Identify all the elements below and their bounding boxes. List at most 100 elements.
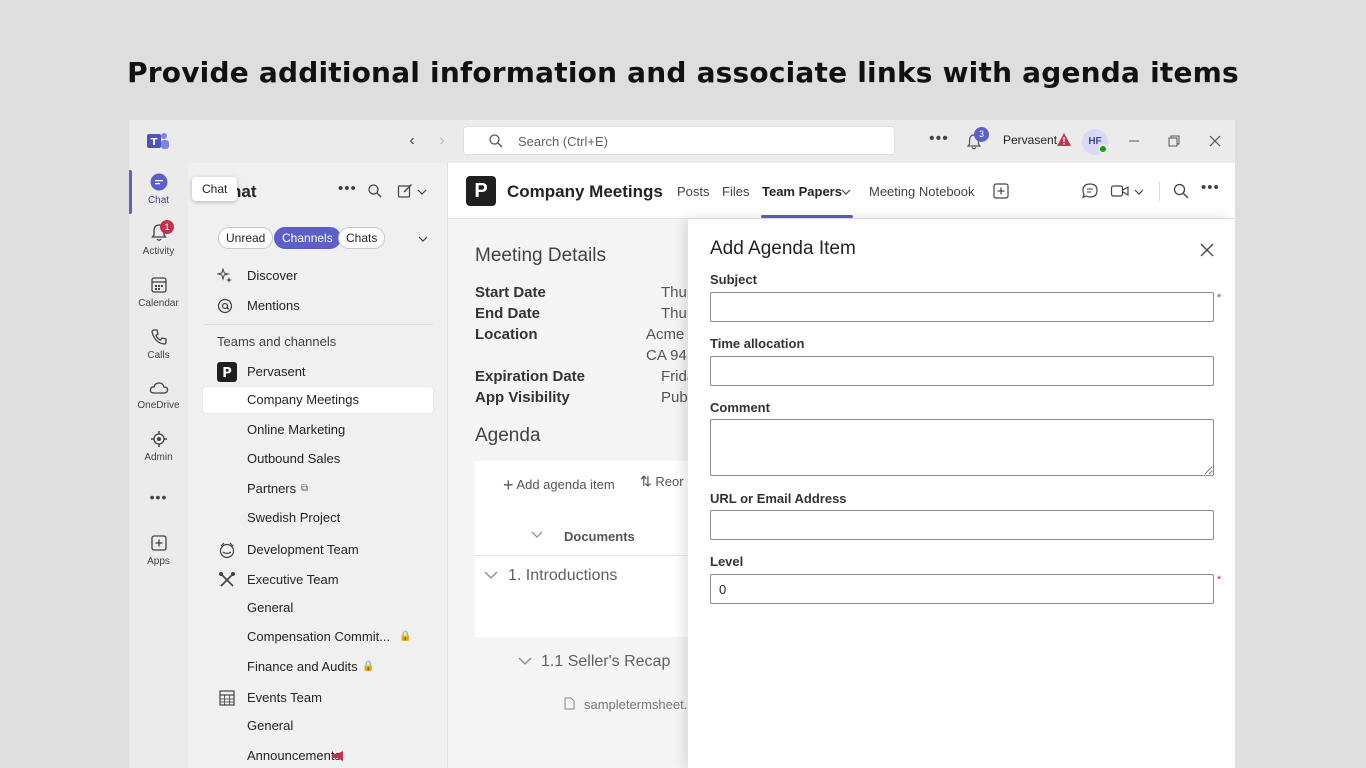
channel-partners[interactable]: Partners ⧉	[203, 476, 433, 502]
tab-posts[interactable]: Posts	[677, 184, 710, 199]
search-placeholder: Search (Ctrl+E)	[518, 134, 608, 149]
chevron-down-icon[interactable]	[417, 188, 427, 196]
more-apps-icon[interactable]: •••	[129, 489, 188, 505]
cloud-icon	[149, 382, 168, 394]
comment-field[interactable]	[710, 419, 1214, 476]
required-indicator: *	[1217, 574, 1222, 586]
meet-dropdown-icon[interactable]	[1134, 188, 1144, 196]
channel-announcements[interactable]: Announcements	[203, 743, 433, 768]
app-apps-label: Apps	[147, 556, 170, 567]
admin-icon	[150, 431, 167, 447]
channel-compensation[interactable]: Compensation Commit... 🔒	[203, 624, 433, 650]
level-field[interactable]	[710, 574, 1214, 604]
team-executive[interactable]: Executive Team	[203, 567, 433, 593]
channel-general-events[interactable]: General	[203, 713, 433, 739]
item11-expand-icon[interactable]	[518, 657, 532, 666]
tab-dropdown-icon[interactable]	[841, 188, 851, 196]
activity-badge: 1	[160, 220, 174, 234]
channel-finance-audits[interactable]: Finance and Audits 🔒	[203, 654, 433, 680]
app-onedrive[interactable]: OneDrive	[129, 379, 188, 411]
megaphone-icon	[332, 751, 343, 761]
filter-expand-icon[interactable]	[418, 235, 428, 243]
close-icon[interactable]	[1199, 242, 1215, 258]
minimize-icon[interactable]	[1124, 131, 1144, 151]
app-chat[interactable]: Chat	[129, 170, 188, 214]
comment-label: Comment	[710, 400, 770, 415]
pane-more-icon[interactable]: •••	[338, 180, 357, 197]
app-activity[interactable]: Activity 1	[129, 220, 188, 257]
time-allocation-field[interactable]	[710, 356, 1214, 386]
app-apps[interactable]: Apps	[129, 533, 188, 567]
teams-logo-icon[interactable]: T	[147, 131, 169, 151]
video-meet-icon[interactable]	[1110, 182, 1130, 200]
filter-chats[interactable]: Chats	[338, 227, 386, 249]
tab-files[interactable]: Files	[722, 184, 749, 199]
channel-header: P Company Meetings Posts Files Team Pape…	[448, 163, 1235, 219]
app-visibility-value: Publ	[661, 389, 692, 406]
search-input[interactable]: Search (Ctrl+E)	[463, 126, 895, 155]
chat-pane: hat ••• Unread Channels Chats Discover M…	[188, 163, 448, 768]
channel-label: Compensation Commit...	[247, 629, 391, 644]
svg-text:T: T	[151, 137, 158, 148]
channel-label: Announcements	[247, 748, 341, 763]
channel-general-executive[interactable]: General	[203, 595, 433, 621]
channel-online-marketing[interactable]: Online Marketing	[203, 417, 433, 443]
location-value: Acme	[646, 326, 685, 343]
close-window-icon[interactable]	[1205, 131, 1225, 151]
plus-icon: +	[503, 475, 514, 495]
app-calls[interactable]: Calls	[129, 327, 188, 361]
app-calendar[interactable]: Calendar	[129, 275, 188, 309]
channel-more-icon[interactable]: •••	[1201, 179, 1220, 196]
conversation-icon[interactable]	[1081, 182, 1099, 200]
add-agenda-item-button[interactable]: + Add agenda item	[503, 473, 615, 495]
more-options-icon[interactable]: •••	[929, 130, 949, 148]
back-arrow-icon[interactable]: ‹	[402, 132, 422, 150]
document-link[interactable]: sampletermsheet.p	[584, 697, 695, 712]
team-development[interactable]: Development Team	[203, 537, 433, 563]
team-label: Events Team	[247, 690, 322, 705]
add-tab-icon[interactable]	[992, 182, 1010, 200]
add-agenda-item-panel: Add Agenda Item Subject * Time allocatio…	[688, 219, 1235, 768]
search-icon	[489, 134, 503, 148]
tab-meeting-notebook[interactable]: Meeting Notebook	[869, 184, 975, 199]
channel-outbound-sales[interactable]: Outbound Sales	[203, 446, 433, 472]
meeting-details-title: Meeting Details	[475, 245, 606, 266]
section-teams-and-channels[interactable]: Teams and channels	[217, 334, 336, 349]
channel-label: General	[247, 718, 294, 733]
item1-expand-icon[interactable]	[484, 571, 498, 580]
warning-icon[interactable]	[1057, 133, 1071, 146]
channel-swedish-project[interactable]: Swedish Project	[203, 505, 433, 531]
reorder-icon: ⇅	[640, 473, 652, 489]
nav-mentions-label: Mentions	[247, 298, 300, 313]
filter-channels[interactable]: Channels	[274, 227, 341, 249]
lock-icon: 🔒	[362, 661, 375, 672]
team-pervasent-label: Pervasent	[247, 364, 306, 379]
subject-field[interactable]	[710, 292, 1214, 322]
team-events[interactable]: Events Team	[203, 685, 433, 711]
channel-search-icon[interactable]	[1172, 182, 1190, 200]
agenda-item-sellers-recap[interactable]: 1.1 Seller's Recap	[541, 653, 670, 671]
tab-team-papers[interactable]: Team Papers	[762, 184, 842, 199]
app-admin[interactable]: Admin	[129, 429, 188, 463]
restore-icon[interactable]	[1164, 131, 1184, 151]
nav-discover[interactable]: Discover	[203, 263, 433, 289]
filter-unread[interactable]: Unread	[218, 227, 274, 249]
app-calendar-label: Calendar	[138, 298, 179, 309]
forward-arrow-icon[interactable]: ›	[432, 132, 452, 150]
channel-company-meetings[interactable]: Company Meetings	[203, 387, 433, 413]
url-email-field[interactable]	[710, 510, 1214, 540]
new-chat-icon[interactable]	[397, 183, 413, 199]
page-headline: Provide additional information and assoc…	[127, 56, 1239, 89]
nav-mentions[interactable]: Mentions	[203, 293, 433, 319]
pane-search-icon[interactable]	[367, 183, 383, 199]
org-name[interactable]: Pervasent	[1003, 133, 1057, 147]
team-pervasent[interactable]: P Pervasent	[203, 359, 433, 385]
agenda-item-introductions[interactable]: 1. Introductions	[508, 567, 617, 585]
sparkle-icon	[217, 268, 232, 283]
active-tab-indicator	[761, 215, 853, 218]
panel-title: Add Agenda Item	[710, 238, 856, 259]
reorder-button[interactable]: ⇅ Reor	[640, 473, 684, 490]
documents-collapse-icon[interactable]	[531, 531, 543, 539]
channel-label: Finance and Audits	[247, 659, 358, 674]
team-label: Development Team	[247, 542, 359, 557]
